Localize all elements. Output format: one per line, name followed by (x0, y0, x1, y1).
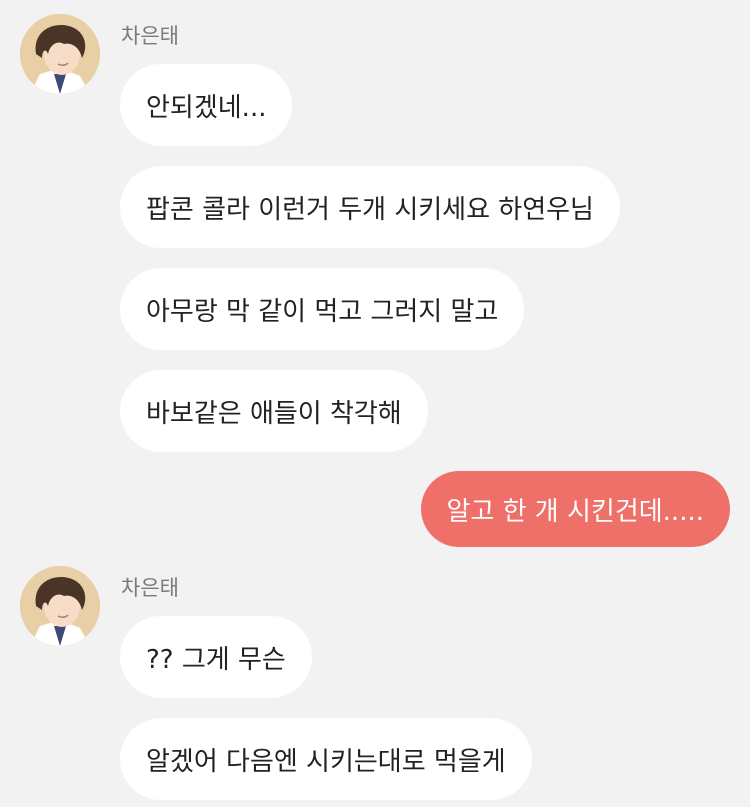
message-bubble: 안되겠네... (120, 64, 293, 146)
message-bubble: 바보같은 애들이 착각해 (120, 370, 428, 452)
sender-name: 차은태 (121, 24, 179, 48)
profile-avatar-icon[interactable] (20, 566, 100, 646)
message-bubble: 아무랑 막 같이 먹고 그러지 말고 (120, 268, 525, 350)
message-bubble: ?? 그게 무슨 (120, 616, 312, 698)
outgoing-message-bubble: 알고 한 개 시킨건데..... (420, 471, 730, 547)
message-bubble: 알겠어 다음엔 시키는대로 먹을게 (120, 718, 532, 800)
message-bubble: 팝콘 콜라 이런거 두개 시키세요 하연우님 (120, 166, 620, 248)
profile-avatar-icon[interactable] (20, 14, 100, 94)
sender-name: 차은태 (121, 576, 179, 600)
